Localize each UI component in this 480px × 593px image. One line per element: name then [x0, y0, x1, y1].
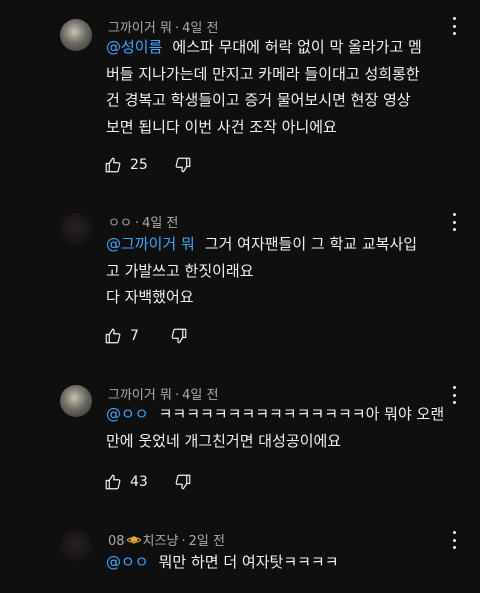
avatar[interactable] [60, 385, 92, 417]
more-vertical-icon[interactable] [452, 531, 456, 549]
comment-line: 건 경복고 학생들이고 증거 물어보시면 현장 영상 [106, 91, 411, 109]
mention-link[interactable]: @그까이거 뭐 [106, 235, 195, 253]
comment-line: 그거 여자팬들이 그 학교 교복사입 [204, 235, 418, 253]
comment-header: 08 치즈냥 · 2일 전 [108, 530, 225, 549]
comment-text: @성이름 에스파 무대에 허락 없이 막 올라가고 멤 버들 지나가는데 만지고 … [106, 34, 456, 140]
comment-text: @그까이거 뭐 그거 여자팬들이 그 학교 교복사입 고 가발쓰고 한짓이래요 다… [106, 231, 456, 311]
comments-screen: { "comments": [ { "author": "그까이거 뭐", "t… [0, 0, 480, 593]
thumbs-down-icon[interactable] [170, 327, 188, 345]
saturn-emoji-icon [126, 534, 141, 546]
comment-line: 에스파 무대에 허락 없이 막 올라가고 멤 [172, 38, 422, 56]
comment-text: @ㅇㅇ 뭐만 하면 더 여자탓ㅋㅋㅋㅋ [106, 549, 456, 576]
separator: · [181, 534, 186, 549]
thumbs-up-icon[interactable] [104, 156, 122, 174]
comment-line: 보면 됩니다 이번 사건 조작 아니에요 [106, 117, 337, 136]
more-vertical-icon[interactable] [452, 17, 456, 35]
comment-text: @ㅇㅇ ㅋㅋㅋㅋㅋㅋㅋㅋㅋㅋㅋㅋㅋㅋㅋ아 뭐야 오랜 만에 웃었네 개그친거면 대… [106, 401, 456, 454]
timestamp[interactable]: 2일 전 [189, 534, 225, 549]
thumbs-up-icon[interactable] [104, 473, 122, 491]
thumbs-down-icon[interactable] [174, 473, 192, 491]
comment-actions: 7 [104, 325, 188, 347]
comment-line: 만에 웃었네 개그친거면 대성공이에요 [106, 431, 342, 450]
separator: · [134, 216, 140, 231]
mention-link[interactable]: @성이름 [106, 38, 162, 56]
comment-actions: 25 [104, 154, 192, 176]
like-count: 25 [130, 157, 148, 173]
like-count: 43 [130, 474, 148, 490]
avatar[interactable] [60, 19, 92, 51]
comment-line: 고 가발쓰고 한짓이래요 [106, 261, 254, 280]
comment-header: ㅇㅇ · 4일 전 [108, 212, 178, 231]
avatar[interactable] [60, 213, 92, 245]
author-prefix[interactable]: 08 [108, 534, 125, 549]
thumbs-up-icon[interactable] [104, 327, 122, 345]
comment-line: ㅋㅋㅋㅋㅋㅋㅋㅋㅋㅋㅋㅋㅋㅋㅋ아 뭐야 오랜 [158, 405, 445, 423]
mention-link[interactable]: @ㅇㅇ [106, 553, 149, 571]
avatar[interactable] [60, 530, 92, 562]
comment-actions: 43 [104, 471, 192, 493]
more-vertical-icon[interactable] [452, 213, 456, 231]
comment-line: 다 자백했어요 [106, 288, 194, 306]
like-count: 7 [130, 328, 139, 344]
mention-link[interactable]: @ㅇㅇ [106, 405, 149, 423]
comment-line: 뭐만 하면 더 여자탓ㅋㅋㅋㅋ [158, 553, 339, 571]
author-name[interactable]: ㅇㅇ [108, 216, 132, 231]
author-name[interactable]: 치즈냥 [143, 534, 179, 549]
timestamp[interactable]: 4일 전 [142, 216, 178, 231]
comment-line: 버들 지나가는데 만지고 카메라 들이대고 성희롱한 [106, 64, 420, 83]
thumbs-down-icon[interactable] [174, 156, 192, 174]
